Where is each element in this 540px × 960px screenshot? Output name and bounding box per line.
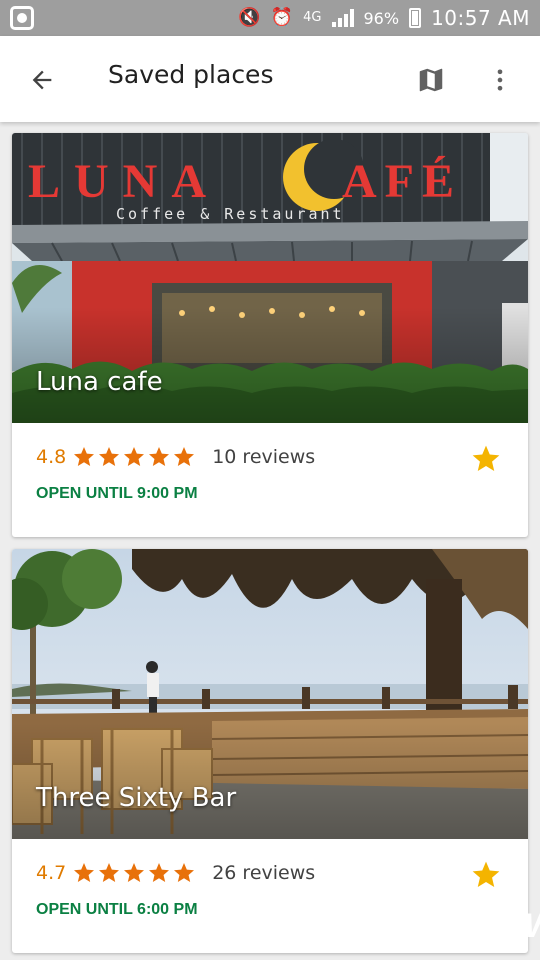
page-title: Saved places <box>108 60 274 89</box>
network-type: 4G <box>303 10 322 25</box>
saved-star-icon[interactable] <box>470 859 502 891</box>
battery-percent: 96% <box>363 8 400 28</box>
status-bar: 🔇 ⏰ 4G 96% 10:57 AM <box>0 0 540 36</box>
rating-stars <box>72 445 196 469</box>
mute-icon: 🔇 <box>238 7 261 28</box>
watermark-logo: THAIWARE REVIEW <box>378 895 540 955</box>
star-icon <box>99 863 120 882</box>
place-photo: Three Sixty Bar <box>12 549 528 839</box>
place-name: Luna cafe <box>36 367 163 397</box>
open-status: OPEN UNTIL 9:00 PM <box>36 485 198 502</box>
battery-charging-icon <box>409 8 422 28</box>
place-card-three-sixty-bar[interactable]: Three Sixty Bar 4.7 26 reviews OPEN UNTI… <box>12 549 528 953</box>
status-icons: 🔇 ⏰ 4G 96% 10:57 AM <box>238 5 530 31</box>
star-icon <box>174 447 195 466</box>
rating-stars <box>72 861 196 885</box>
back-arrow-icon <box>32 70 52 90</box>
star-icon <box>124 863 145 882</box>
rating-value: 4.7 <box>36 862 67 884</box>
signal-icon <box>331 9 354 27</box>
back-button[interactable] <box>22 60 62 100</box>
star-icon <box>174 863 195 882</box>
place-photo: LUNA AFÉ Coffee & Restaurant <box>12 133 528 423</box>
place-name: Three Sixty Bar <box>36 783 237 813</box>
map-icon <box>419 68 443 92</box>
more-options-button[interactable] <box>480 60 520 100</box>
place-card-luna-cafe[interactable]: LUNA AFÉ Coffee & Restaurant <box>12 133 528 537</box>
review-count[interactable]: 26 reviews <box>212 862 315 884</box>
screenshot-icon <box>10 6 34 30</box>
star-icon <box>124 447 145 466</box>
star-icon <box>149 863 170 882</box>
rating-row: 4.8 10 reviews <box>36 445 315 469</box>
app-bar: Saved places <box>0 36 540 122</box>
clock: 10:57 AM <box>431 6 530 30</box>
star-icon <box>99 447 120 466</box>
alarm-icon: ⏰ <box>270 7 294 28</box>
star-icon <box>149 447 170 466</box>
rating-row: 4.7 26 reviews <box>36 861 315 885</box>
watermark-text: REVIEW <box>408 907 540 945</box>
more-vert-icon <box>497 69 503 91</box>
map-view-button[interactable] <box>410 60 452 100</box>
saved-star-icon[interactable] <box>470 443 502 475</box>
review-count[interactable]: 10 reviews <box>212 446 315 468</box>
rating-value: 4.8 <box>36 446 67 468</box>
star-icon <box>74 863 95 882</box>
place-info: 4.8 10 reviews OPEN UNTIL 9:00 PM <box>12 423 528 537</box>
open-status: OPEN UNTIL 6:00 PM <box>36 901 198 918</box>
star-icon <box>74 447 95 466</box>
